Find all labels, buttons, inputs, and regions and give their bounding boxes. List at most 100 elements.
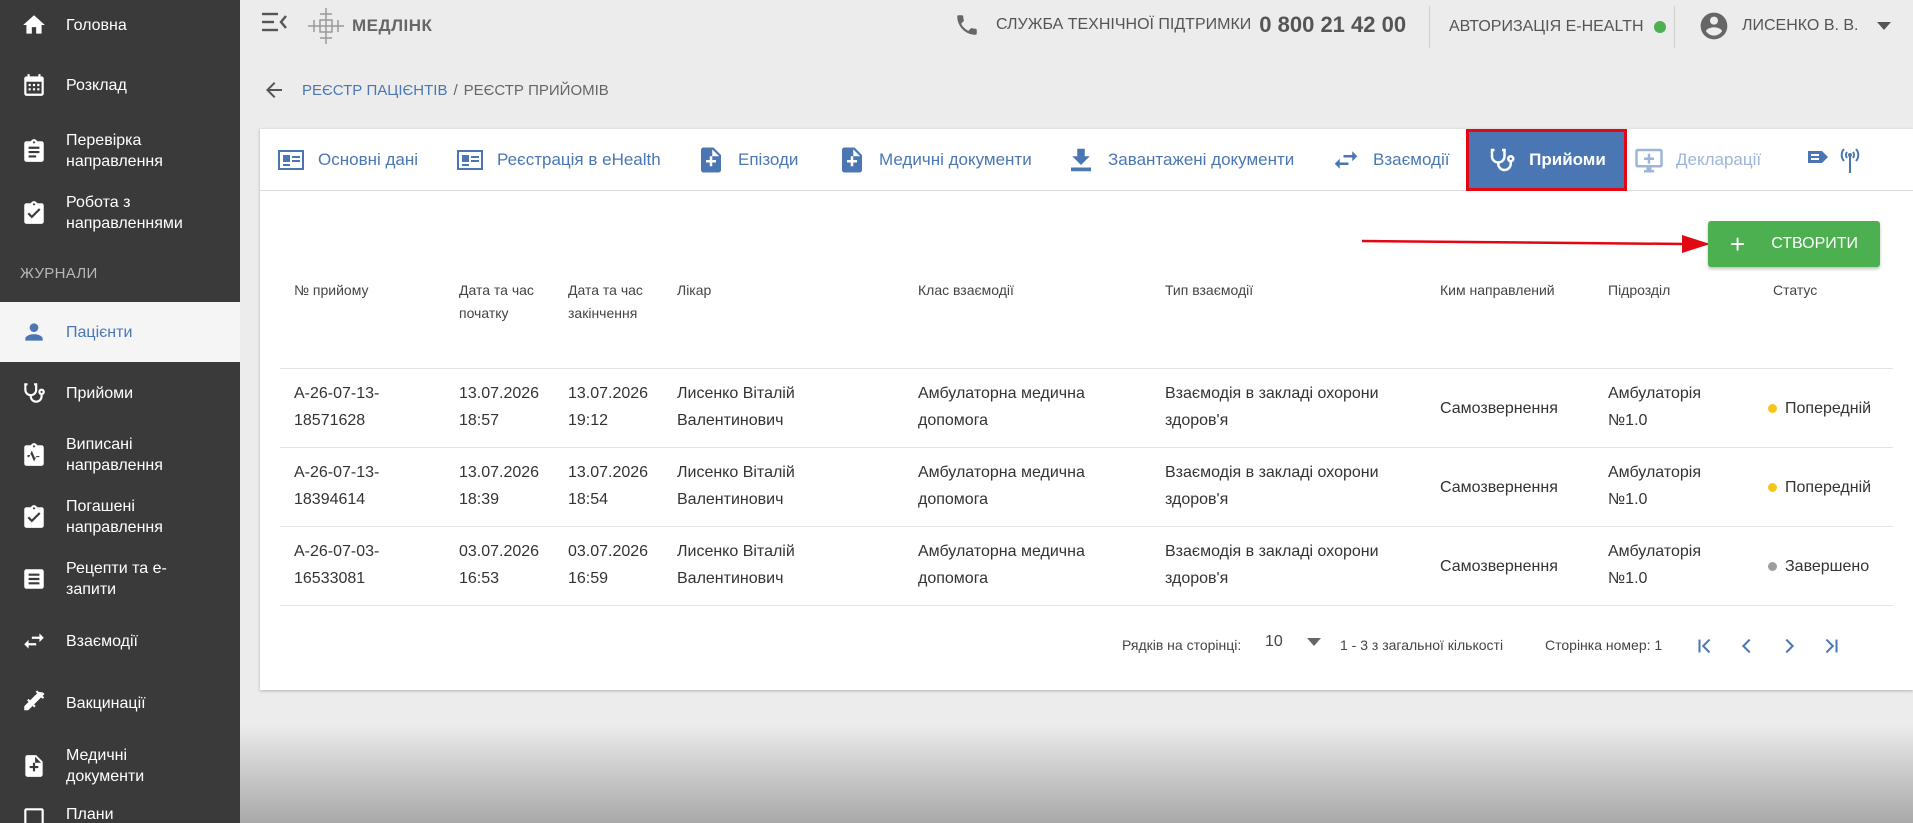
monitor-plus-icon <box>1635 148 1663 173</box>
status-label: Попередній <box>1785 479 1872 496</box>
column-header[interactable]: Статус <box>1773 279 1817 302</box>
tab-label: Медичні документи <box>879 150 1032 169</box>
chevron-down-icon <box>1306 638 1321 646</box>
table-row[interactable]: А-26-07-13- 18571628 13.07.2026 18:57 13… <box>280 369 1893 448</box>
prev-page-button[interactable] <box>1732 631 1762 661</box>
column-header[interactable]: № прийому <box>294 279 368 302</box>
id-card-icon <box>457 150 483 170</box>
cell-end: 13.07.2026 19:12 <box>568 385 649 429</box>
first-page-icon <box>1698 638 1711 654</box>
column-header[interactable]: Клас взаємодії <box>918 279 1014 302</box>
cell-doctor: Лисенко Віталій Валентинович <box>677 464 795 508</box>
tab-medical-documents[interactable]: Медичні документи <box>837 129 1032 191</box>
id-card-icon <box>278 150 304 170</box>
create-button-label: СТВОРИТИ <box>1771 235 1859 252</box>
syringe-icon <box>20 689 48 717</box>
patient-tabs: Основні дані Реєстрація в eHealth Епізод… <box>260 129 1913 191</box>
avatar-icon <box>1700 12 1728 40</box>
phone-icon <box>957 15 977 35</box>
sidebar-item-label: Виписані направлення <box>66 436 163 474</box>
tab-basic-data[interactable]: Основні дані <box>276 129 418 191</box>
sidebar-item-prescriptions[interactable]: Рецепти та е- запити <box>0 548 240 610</box>
tab-appointments[interactable]: Прийоми <box>1466 129 1627 191</box>
last-page-icon <box>1825 638 1838 654</box>
last-page-button[interactable] <box>1816 631 1846 661</box>
back-arrow-icon[interactable] <box>262 78 286 102</box>
ehealth-label: АВТОРИЗАЦІЯ E-HEALTH <box>1449 18 1644 35</box>
tab-label: Завантажені документи <box>1108 150 1295 169</box>
status-label: Попередній <box>1785 400 1872 417</box>
sidebar-item-patients[interactable]: Пацієнти <box>0 302 240 362</box>
column-header[interactable]: Ким направлений <box>1440 279 1555 302</box>
medical-file-icon <box>701 147 721 173</box>
ehealth-auth[interactable]: АВТОРИЗАЦІЯ E-HEALTH <box>1449 18 1666 36</box>
tab-ehealth-registration[interactable]: Реєстрація в eHealth <box>455 129 661 191</box>
chevron-down-icon <box>1876 22 1891 30</box>
tab-label: Епізоди <box>738 150 799 169</box>
medical-file-icon <box>842 147 862 173</box>
cell-status: Завершено <box>1768 553 1869 580</box>
clipboard-pulse-icon <box>20 441 48 469</box>
next-page-button[interactable] <box>1774 631 1804 661</box>
sidebar-item-redeemed-referrals[interactable]: Погашені направлення <box>0 486 240 548</box>
sidebar-item-interactions[interactable]: Взаємодії <box>0 610 240 672</box>
tab-label: Декларації <box>1676 150 1762 169</box>
sidebar-item-label: Взаємодії <box>66 632 138 650</box>
first-page-button[interactable] <box>1690 631 1720 661</box>
sidebar-item-plans[interactable]: Плани <box>0 798 240 823</box>
support-phone: 0 800 21 42 00 <box>1259 12 1407 37</box>
cell-unit: Амбулаторія №1.0 <box>1608 464 1701 508</box>
user-name: ЛИСЕНКО В. В. <box>1742 17 1859 34</box>
list-icon <box>20 565 48 593</box>
cell-type: Взаємодія в закладі охорони здоров'я <box>1165 464 1379 508</box>
sidebar-item-referral-work[interactable]: Робота з направленнями <box>0 182 240 244</box>
bottom-background <box>240 725 1913 823</box>
range-label: 1 - 3 з загальної кількості <box>1340 637 1504 653</box>
status-dot <box>1768 483 1777 492</box>
create-button[interactable]: + СТВОРИТИ <box>1708 221 1880 267</box>
sidebar-item-medical-docs[interactable]: Медичні документи <box>0 734 240 798</box>
chevron-right-icon <box>1785 638 1795 654</box>
sidebar-item-label: Вакцинації <box>66 694 146 712</box>
tab-interactions[interactable]: Взаємодії <box>1331 129 1449 191</box>
sidebar-item-vaccinations[interactable]: Вакцинації <box>0 672 240 734</box>
breadcrumb: РЕЄСТР ПАЦІЄНТІВ / РЕЄСТР ПРИЙОМІВ <box>262 78 609 102</box>
table-row[interactable]: А-26-07-03- 16533081 03.07.2026 16:53 03… <box>280 527 1893 606</box>
cell-status: Попередній <box>1768 395 1871 422</box>
cell-start: 13.07.2026 18:39 <box>459 464 540 508</box>
sidebar-item-label: Медичні документи <box>66 747 145 785</box>
sidebar-item-label: Рецепти та е- запити <box>66 560 167 598</box>
tab-label: Основні дані <box>318 150 419 169</box>
ehealth-status-dot <box>1653 21 1666 33</box>
sidebar-item-label: Погашені направлення <box>66 498 163 536</box>
sidebar-item-appointments[interactable]: Прийоми <box>0 362 240 424</box>
medical-file-icon <box>20 752 48 780</box>
tab-declarations[interactable]: Декларації <box>1634 129 1761 191</box>
tab-episodes[interactable]: Епізоди <box>696 129 798 191</box>
sidebar: Головна Розклад Перевірка направлення Ро… <box>0 0 240 823</box>
plan-icon <box>20 804 48 823</box>
table-row[interactable]: А-26-07-13- 18394614 13.07.2026 18:39 13… <box>280 448 1893 527</box>
sidebar-item-schedule[interactable]: Розклад <box>0 50 240 120</box>
column-header[interactable]: Лікар <box>677 279 711 302</box>
sidebar-item-issued-referrals[interactable]: Виписані направлення <box>0 424 240 486</box>
tab-uploaded-documents[interactable]: Завантажені документи <box>1066 129 1294 191</box>
column-header[interactable]: Дата та час закінчення <box>568 279 643 325</box>
sidebar-item-label: Плани <box>66 806 114 823</box>
column-header[interactable]: Дата та час початку <box>459 279 534 325</box>
app-logo[interactable]: МЕДЛІНК <box>306 6 432 46</box>
user-menu[interactable]: ЛИСЕНКО В. В. <box>1698 10 1891 42</box>
tab-signal[interactable] <box>1803 129 1881 191</box>
breadcrumb-link-patients[interactable]: РЕЄСТР ПАЦІЄНТІВ <box>302 82 447 99</box>
sidebar-item-home[interactable]: Головна <box>0 0 240 50</box>
column-header[interactable]: Тип взаємодії <box>1165 279 1253 302</box>
menu-toggle-icon[interactable] <box>260 10 290 34</box>
cell-referred-by: Самозвернення <box>1440 400 1558 417</box>
column-header[interactable]: Підрозділ <box>1608 279 1670 302</box>
top-bar: МЕДЛІНК СЛУЖБА ТЕХНІЧНОЇ ПІДТРИМКИ 0 800… <box>240 0 1913 58</box>
swap-icon <box>1334 151 1358 169</box>
cell-doctor: Лисенко Віталій Валентинович <box>677 543 795 587</box>
rows-per-page-select[interactable]: 10 <box>1265 633 1321 651</box>
tech-support: СЛУЖБА ТЕХНІЧНОЇ ПІДТРИМКИ 0 800 21 42 0… <box>954 12 1406 38</box>
sidebar-item-referral-check[interactable]: Перевірка направлення <box>0 120 240 182</box>
